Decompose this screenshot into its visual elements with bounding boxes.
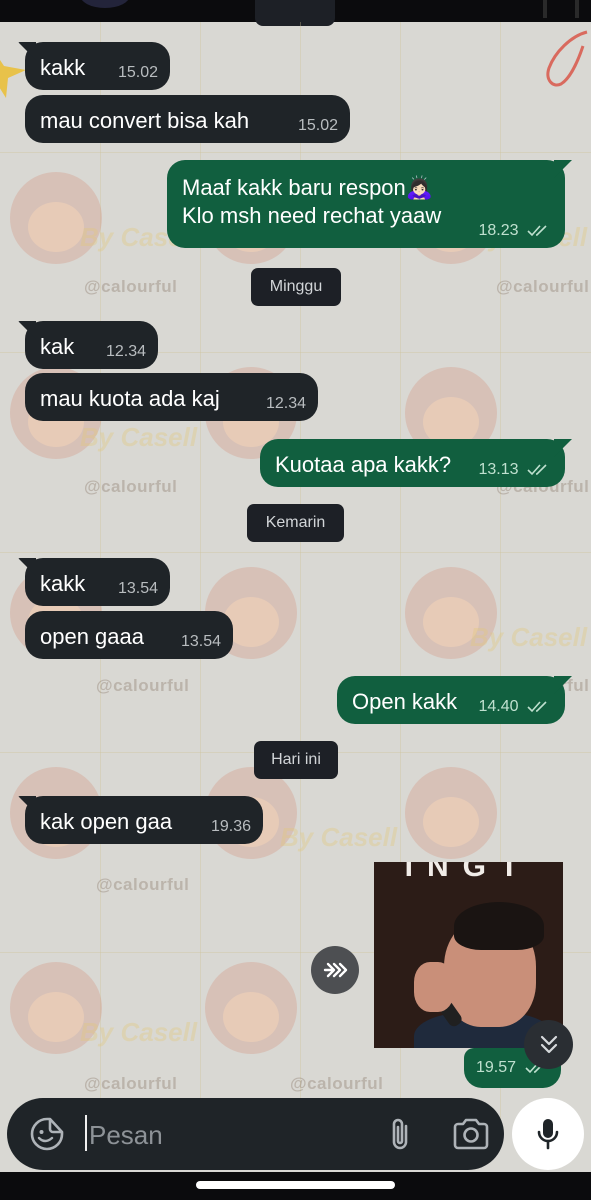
double-check-icon [527, 464, 547, 475]
message-time: 14.40 [478, 698, 519, 715]
incoming-message[interactable]: kakk 15.02 [25, 42, 170, 90]
message-time: 18.23 [478, 222, 519, 239]
wallpaper-handle: @calourful [96, 875, 190, 894]
incoming-message[interactable]: open gaaa 13.54 [25, 611, 233, 659]
outgoing-message[interactable]: Kuotaa apa kakk? 13.13 [260, 439, 565, 487]
message-text: kakk [40, 55, 86, 80]
sticker-caption: INGT [404, 862, 533, 883]
wallpaper-handle: @calourful [96, 676, 190, 695]
message-text-line: Maaf kakk baru respon [182, 175, 406, 200]
paperclip-icon[interactable] [382, 1116, 418, 1152]
message-time: 13.54 [117, 580, 158, 597]
outgoing-message[interactable]: Maaf kakk baru respon🙇🏻‍♀️ Klo msh need … [167, 160, 565, 248]
wallpaper-handle: @calourful [290, 1074, 384, 1093]
date-chip: Minggu [251, 268, 341, 306]
message-text: kakk [40, 571, 86, 596]
date-chip: Hari ini [254, 741, 338, 779]
paperclip-decoration [546, 30, 588, 87]
message-time: 15.02 [297, 117, 338, 134]
sticker-hand [414, 962, 454, 1012]
forward-icon [323, 962, 348, 978]
incoming-message[interactable]: mau convert bisa kah 15.02 [25, 95, 350, 143]
message-time: 19.57 [476, 1059, 517, 1076]
wallpaper-brand: By Casell [80, 1017, 198, 1047]
message-text: Kuotaa apa kakk? [275, 452, 452, 477]
message-text: open gaaa [40, 624, 144, 649]
message-time: 19.36 [210, 818, 251, 835]
incoming-message[interactable]: kak 12.34 [25, 321, 158, 369]
message-text: kak open gaa [40, 809, 173, 834]
microphone-icon [537, 1119, 559, 1150]
message-time-status: 13.13 [479, 461, 552, 479]
message-time: 13.54 [180, 633, 221, 650]
person-bowing-emoji: 🙇🏻‍♀️ [405, 175, 434, 200]
scroll-to-bottom-button[interactable] [524, 1020, 573, 1069]
double-check-icon [527, 701, 547, 712]
incoming-message[interactable]: kak open gaa 19.36 [25, 796, 263, 844]
double-check-icon [527, 225, 547, 236]
sticker-image[interactable]: INGT [374, 862, 563, 1048]
avatar[interactable] [80, 0, 130, 8]
wallpaper-mascot [405, 767, 497, 859]
message-time: 13.13 [478, 461, 519, 478]
topbar-edge-mark [543, 0, 547, 18]
date-chip: Kemarin [247, 504, 344, 542]
outgoing-message[interactable]: Open kakk 14.40 [337, 676, 565, 724]
wallpaper-grid-line [0, 152, 591, 153]
message-time-status: 18.23 [479, 222, 552, 240]
home-indicator[interactable] [196, 1181, 395, 1189]
sticker-icon[interactable] [29, 1116, 65, 1152]
wallpaper-handle: @calourful [84, 277, 178, 296]
wallpaper-brand: By Casell [470, 622, 588, 652]
double-chevron-down-icon [540, 1035, 557, 1053]
incoming-message[interactable]: kakk 13.54 [25, 558, 170, 606]
wallpaper-handle: @calourful [84, 477, 178, 496]
voice-message-button[interactable] [512, 1098, 584, 1170]
wallpaper-handle: @calourful [496, 277, 590, 296]
message-text: Open kakk [352, 689, 458, 714]
message-time: 15.02 [117, 64, 158, 81]
wallpaper-handle: @calourful [84, 1074, 178, 1093]
sticker-hair [454, 902, 544, 950]
topbar-edge-mark [575, 0, 579, 18]
message-text: mau kuota ada kaj [40, 386, 220, 411]
message-time: 12.34 [265, 395, 306, 412]
message-text: kak [40, 334, 75, 359]
incoming-message[interactable]: mau kuota ada kaj 12.34 [25, 373, 318, 421]
wallpaper-brand: By Casell [280, 822, 398, 852]
wallpaper-mascot [205, 962, 297, 1054]
message-input[interactable] [87, 1114, 371, 1156]
camera-icon[interactable] [451, 1116, 491, 1152]
message-composer [7, 1098, 504, 1170]
message-time: 12.34 [105, 343, 146, 360]
forward-button[interactable] [311, 946, 359, 994]
wallpaper-brand: By Casell [80, 422, 198, 452]
message-text: mau convert bisa kah [40, 108, 250, 133]
message-time-status: 14.40 [479, 698, 552, 716]
wallpaper-grid-line [0, 552, 591, 553]
status-bar-edge [0, 0, 591, 26]
